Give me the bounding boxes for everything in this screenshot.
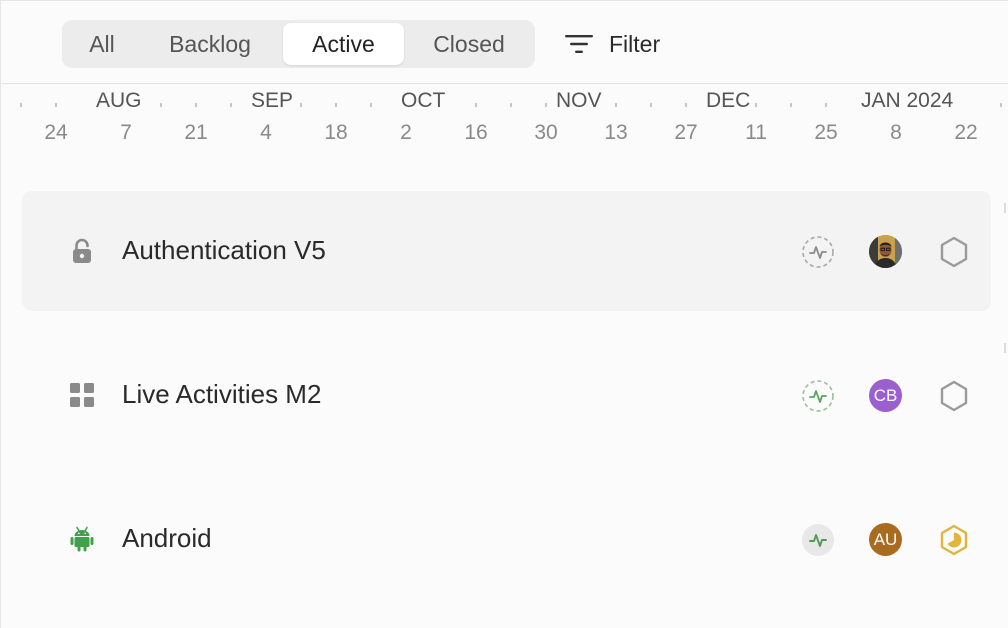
timeline-month: DEC (706, 89, 751, 112)
timeline-day: 4 (260, 121, 272, 144)
timeline-day: 22 (954, 121, 978, 144)
lock-icon (68, 237, 96, 265)
timeline-month: JAN 2024 (861, 89, 954, 112)
project-row[interactable]: Live Activities M2 CB (22, 335, 991, 455)
timeline-header: AUG SEP OCT NOV DEC JAN 2024 24 7 21 4 1… (1, 84, 1008, 154)
filter-button[interactable]: Filter (563, 27, 660, 61)
scroll-marker (1004, 203, 1006, 213)
timeline-tick (160, 103, 162, 107)
timeline-day: 16 (464, 121, 488, 144)
assignee-avatar[interactable] (869, 235, 902, 268)
assignee-avatar[interactable]: CB (869, 379, 902, 412)
timeline-month: OCT (401, 89, 446, 112)
tab-backlog[interactable]: Backlog (145, 23, 275, 65)
tab-closed[interactable]: Closed (410, 23, 528, 65)
toolbar: All Backlog Active Closed Filter (1, 1, 1008, 84)
tab-all[interactable]: All (65, 23, 139, 65)
timeline-tick (615, 103, 617, 107)
timeline-day: 30 (534, 121, 558, 144)
filter-icon (563, 31, 595, 57)
timeline-tick (790, 103, 792, 107)
project-title: Authentication V5 (122, 235, 326, 265)
timeline-day: 25 (814, 121, 838, 144)
app-frame: All Backlog Active Closed Filter AUG SEP… (0, 0, 1008, 628)
timeline-month: NOV (556, 89, 602, 112)
avatar-initials: AU (873, 530, 898, 549)
project-title: Live Activities M2 (122, 379, 322, 409)
health-pulse-dashed-green-icon[interactable] (801, 379, 835, 413)
grid-icon (68, 381, 96, 409)
timeline-day: 2 (400, 121, 412, 144)
timeline-tick (545, 103, 547, 107)
timeline-tick (20, 103, 22, 107)
timeline-tick (510, 103, 512, 107)
timeline-tick (300, 103, 302, 107)
filter-label: Filter (609, 30, 661, 57)
project-row[interactable]: Android AU (22, 479, 991, 599)
timeline-tick (755, 103, 757, 107)
timeline-tick (1000, 103, 1002, 107)
timeline-day: 7 (120, 121, 132, 144)
timeline-day: 24 (44, 121, 68, 144)
timeline-day: 13 (604, 121, 628, 144)
timeline-tick (55, 103, 57, 107)
timeline-day: 21 (184, 121, 208, 144)
health-pulse-dashed-icon[interactable] (801, 235, 835, 269)
assignee-avatar[interactable]: AU (869, 523, 902, 556)
status-tabs: All Backlog Active Closed (62, 20, 535, 68)
timeline-day: 8 (890, 121, 902, 144)
timeline-tick (335, 103, 337, 107)
timeline-tick (650, 103, 652, 107)
health-pulse-filled-icon[interactable] (801, 523, 835, 557)
timeline-tick (370, 103, 372, 107)
timeline-tick (475, 103, 477, 107)
project-title: Android (122, 523, 212, 553)
timeline-tick (825, 103, 827, 107)
tab-active[interactable]: Active (283, 23, 404, 65)
timeline-day: 11 (745, 121, 767, 144)
hexagon-outline-icon[interactable] (937, 379, 971, 413)
timeline-month: SEP (251, 89, 294, 112)
timeline-tick (685, 103, 687, 107)
project-row[interactable]: Authentication V5 (22, 191, 991, 311)
scroll-marker (1004, 343, 1006, 353)
timeline-month: AUG (96, 89, 142, 112)
timeline-day: 18 (324, 121, 348, 144)
timeline-tick (230, 103, 232, 107)
hexagon-progress-yellow-icon[interactable] (937, 523, 971, 557)
avatar-initials: CB (873, 386, 898, 405)
android-icon (68, 525, 96, 553)
hexagon-outline-icon[interactable] (937, 235, 971, 269)
timeline-tick (195, 103, 197, 107)
timeline-day: 27 (674, 121, 698, 144)
